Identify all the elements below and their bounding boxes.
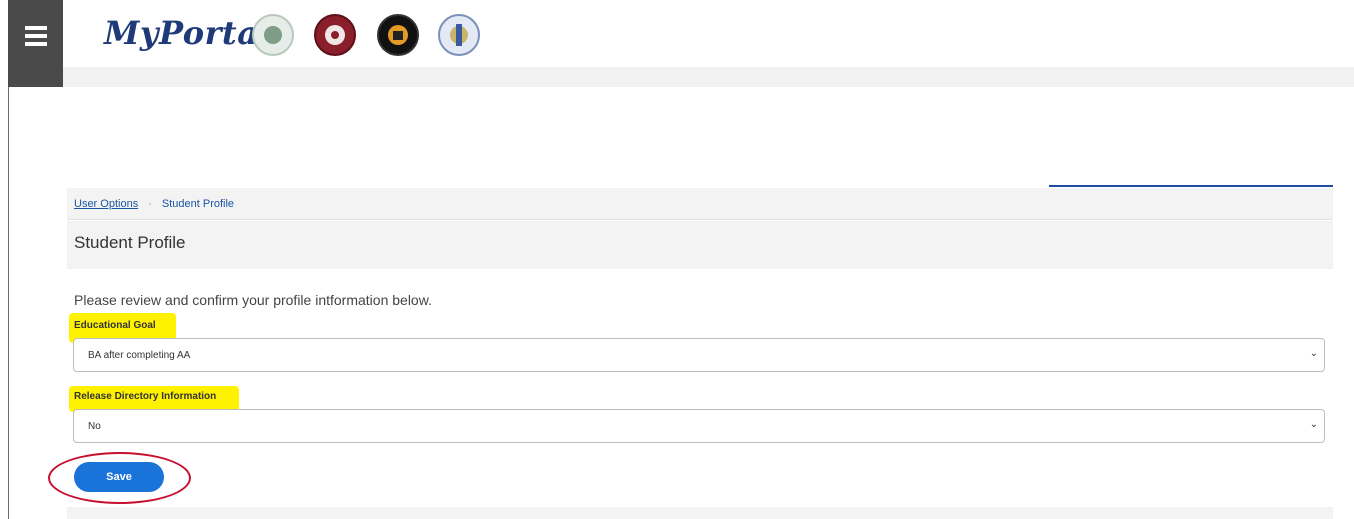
footer-strip bbox=[67, 507, 1333, 519]
college-seal-4-icon bbox=[438, 14, 480, 56]
header-rule bbox=[1049, 185, 1333, 187]
release-directory-select[interactable]: No ⌄ bbox=[73, 409, 1325, 443]
release-directory-value: No bbox=[88, 421, 101, 432]
intro-text: Please review and confirm your profile i… bbox=[74, 292, 432, 308]
header-strip bbox=[63, 67, 1354, 87]
breadcrumb: User Options · Student Profile bbox=[67, 188, 1333, 220]
college-seal-3-icon bbox=[377, 14, 419, 56]
portal-page: MyPortal User Options · Student Profile St… bbox=[0, 0, 1354, 519]
breadcrumb-separator: · bbox=[148, 198, 152, 210]
hamburger-menu-icon bbox=[24, 26, 47, 50]
menu-button[interactable] bbox=[8, 0, 63, 87]
college-seal-2-icon bbox=[314, 14, 356, 56]
chevron-down-icon: ⌄ bbox=[1309, 419, 1318, 430]
page-title: Student Profile bbox=[74, 233, 186, 252]
breadcrumb-current: Student Profile bbox=[161, 198, 235, 210]
educational-goal-select[interactable]: BA after completing AA ⌄ bbox=[73, 338, 1325, 372]
save-button-annotation-circle bbox=[48, 452, 191, 504]
breadcrumb-user-options-link[interactable]: User Options bbox=[74, 198, 138, 210]
college-seal-1-icon bbox=[252, 14, 294, 56]
educational-goal-label: Educational Goal bbox=[74, 320, 156, 331]
chevron-down-icon: ⌄ bbox=[1309, 348, 1318, 359]
brand-logo[interactable]: MyPortal bbox=[104, 14, 271, 52]
title-bar: Student Profile bbox=[67, 221, 1333, 269]
release-directory-label: Release Directory Information bbox=[74, 391, 217, 402]
educational-goal-value: BA after completing AA bbox=[88, 350, 191, 361]
